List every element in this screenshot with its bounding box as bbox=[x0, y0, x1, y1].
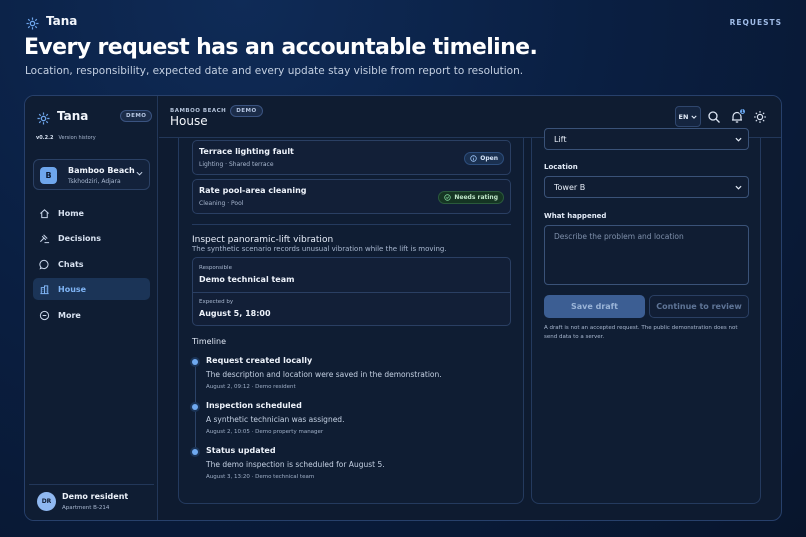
property-switcher[interactable]: B Bamboo Beach Tskhodziri, Adjara bbox=[33, 159, 150, 190]
notification-badge: 1 bbox=[739, 108, 746, 115]
what-happened-textarea[interactable]: Describe the problem and location bbox=[544, 225, 749, 285]
request-detail-title: Inspect panoramic-lift vibration bbox=[192, 235, 334, 245]
logo-icon bbox=[26, 15, 39, 29]
new-request-form: Lift Location Tower B What happened Desc… bbox=[531, 128, 761, 504]
gavel-icon bbox=[40, 233, 50, 243]
sidebar: Tana DEMO v0.2.2 Version history B Bamboo… bbox=[25, 96, 158, 520]
category-value: Lift bbox=[554, 134, 567, 144]
timeline-event-text: The demo inspection is scheduled for Aug… bbox=[206, 460, 385, 469]
search-icon[interactable] bbox=[707, 110, 721, 124]
continue-to-review-button[interactable]: Continue to review bbox=[649, 295, 749, 318]
chevron-down-icon bbox=[691, 115, 698, 119]
timeline-event-meta: August 3, 13:20 · Demo technical team bbox=[206, 474, 315, 480]
sidebar-brand[interactable]: Tana bbox=[37, 109, 89, 124]
chat-icon bbox=[39, 259, 49, 270]
info-icon bbox=[470, 155, 477, 162]
language-value: EN bbox=[678, 112, 689, 121]
demo-badge: DEMO bbox=[120, 110, 153, 122]
expected-label: Expected by bbox=[199, 299, 234, 305]
what-happened-label: What happened bbox=[544, 212, 607, 220]
category-select[interactable]: Lift bbox=[544, 128, 749, 150]
page-title: House bbox=[170, 114, 208, 128]
site-brand[interactable]: Tana bbox=[46, 14, 77, 28]
timeline-dot bbox=[192, 359, 198, 365]
more-icon bbox=[39, 310, 50, 320]
location-label: Location bbox=[544, 163, 578, 171]
responsible-value: Demo technical team bbox=[199, 275, 295, 284]
timeline-event-title: Inspection scheduled bbox=[206, 401, 302, 410]
sidebar-item-more[interactable]: More bbox=[33, 304, 150, 326]
divider bbox=[192, 224, 511, 225]
expected-value: August 5, 18:00 bbox=[199, 309, 271, 318]
home-icon bbox=[40, 208, 49, 218]
chevron-down-icon bbox=[735, 185, 742, 190]
sidebar-item-house[interactable]: House bbox=[33, 278, 150, 300]
draft-note: A draft is not an accepted request. The … bbox=[544, 325, 738, 340]
timeline-event-title: Status updated bbox=[206, 446, 276, 455]
user-name: Demo resident bbox=[62, 492, 129, 501]
version-history-link[interactable]: Version history bbox=[59, 135, 96, 141]
location-value: Tower B bbox=[554, 182, 586, 192]
sidebar-item-label: Home bbox=[58, 208, 84, 218]
sidebar-item-home[interactable]: Home bbox=[33, 202, 150, 224]
save-draft-button[interactable]: Save draft bbox=[544, 295, 645, 318]
avatar: DR bbox=[37, 492, 56, 511]
version-info: v0.2.2 Version history bbox=[36, 135, 96, 141]
timeline-event-title: Request created locally bbox=[206, 356, 313, 365]
sun-icon[interactable] bbox=[753, 110, 767, 124]
timeline-heading: Timeline bbox=[192, 337, 227, 346]
site-header: Tana bbox=[26, 14, 77, 29]
sidebar-item-label: More bbox=[58, 310, 81, 320]
timeline-event-meta: August 2, 10:05 · Demo property manager bbox=[206, 429, 324, 435]
language-select[interactable]: EN bbox=[675, 106, 701, 127]
user-profile[interactable]: DR Demo resident Apartment B-214 bbox=[29, 484, 154, 520]
status-badge: Open bbox=[464, 152, 504, 165]
demo-badge: DEMO bbox=[230, 105, 263, 117]
sidebar-item-decisions[interactable]: Decisions bbox=[33, 227, 150, 249]
request-meta: Lighting · Shared terrace bbox=[199, 161, 274, 168]
version-number: v0.2.2 bbox=[36, 135, 54, 141]
app-window: Tana DEMO v0.2.2 Version history B Bamboo… bbox=[24, 95, 782, 521]
location-select[interactable]: Tower B bbox=[544, 176, 749, 198]
status-badge: Needs rating bbox=[438, 191, 504, 204]
chevron-down-icon bbox=[735, 137, 742, 142]
request-title: Rate pool-area cleaning bbox=[199, 186, 307, 195]
requests-link[interactable]: REQUESTS bbox=[730, 18, 782, 27]
property-name: Bamboo Beach bbox=[68, 166, 135, 175]
request-panel: Terrace lighting fault Lighting · Shared… bbox=[178, 138, 524, 504]
property-avatar: B bbox=[40, 167, 57, 184]
request-card[interactable]: Rate pool-area cleaning Cleaning · Pool … bbox=[192, 179, 511, 214]
request-title: Terrace lighting fault bbox=[199, 147, 294, 156]
building-icon bbox=[40, 284, 49, 294]
logo-icon bbox=[37, 110, 50, 124]
timeline-event-text: The description and location were saved … bbox=[206, 370, 442, 379]
timeline-dot bbox=[192, 449, 198, 455]
timeline-event-text: A synthetic technician was assigned. bbox=[206, 415, 345, 424]
chevron-down-icon bbox=[136, 171, 143, 176]
user-unit: Apartment B-214 bbox=[62, 505, 110, 511]
request-card[interactable]: Terrace lighting fault Lighting · Shared… bbox=[192, 140, 511, 175]
sidebar-item-label: Chats bbox=[58, 259, 84, 269]
page-subheadline: Location, responsibility, expected date … bbox=[25, 65, 524, 77]
status-badge-label: Needs rating bbox=[454, 194, 498, 201]
status-badge-label: Open bbox=[480, 155, 498, 162]
responsible-label: Responsible bbox=[199, 265, 232, 271]
timeline-dot bbox=[192, 404, 198, 410]
property-location: Tskhodziri, Adjara bbox=[68, 178, 121, 185]
page-headline: Every request has an accountable timelin… bbox=[24, 35, 538, 60]
sidebar-item-label: Decisions bbox=[58, 233, 102, 243]
sidebar-item-label: House bbox=[58, 284, 87, 294]
request-details-box: Responsible Demo technical team Expected… bbox=[192, 257, 511, 326]
request-detail-description: The synthetic scenario records unusual v… bbox=[192, 245, 447, 253]
sidebar-item-chats[interactable]: Chats bbox=[33, 253, 150, 275]
sidebar-brand-label: Tana bbox=[57, 109, 89, 123]
check-circle-icon bbox=[444, 194, 452, 201]
request-meta: Cleaning · Pool bbox=[199, 200, 244, 207]
divider bbox=[193, 292, 510, 293]
timeline-event-meta: August 2, 09:12 · Demo resident bbox=[206, 384, 296, 390]
